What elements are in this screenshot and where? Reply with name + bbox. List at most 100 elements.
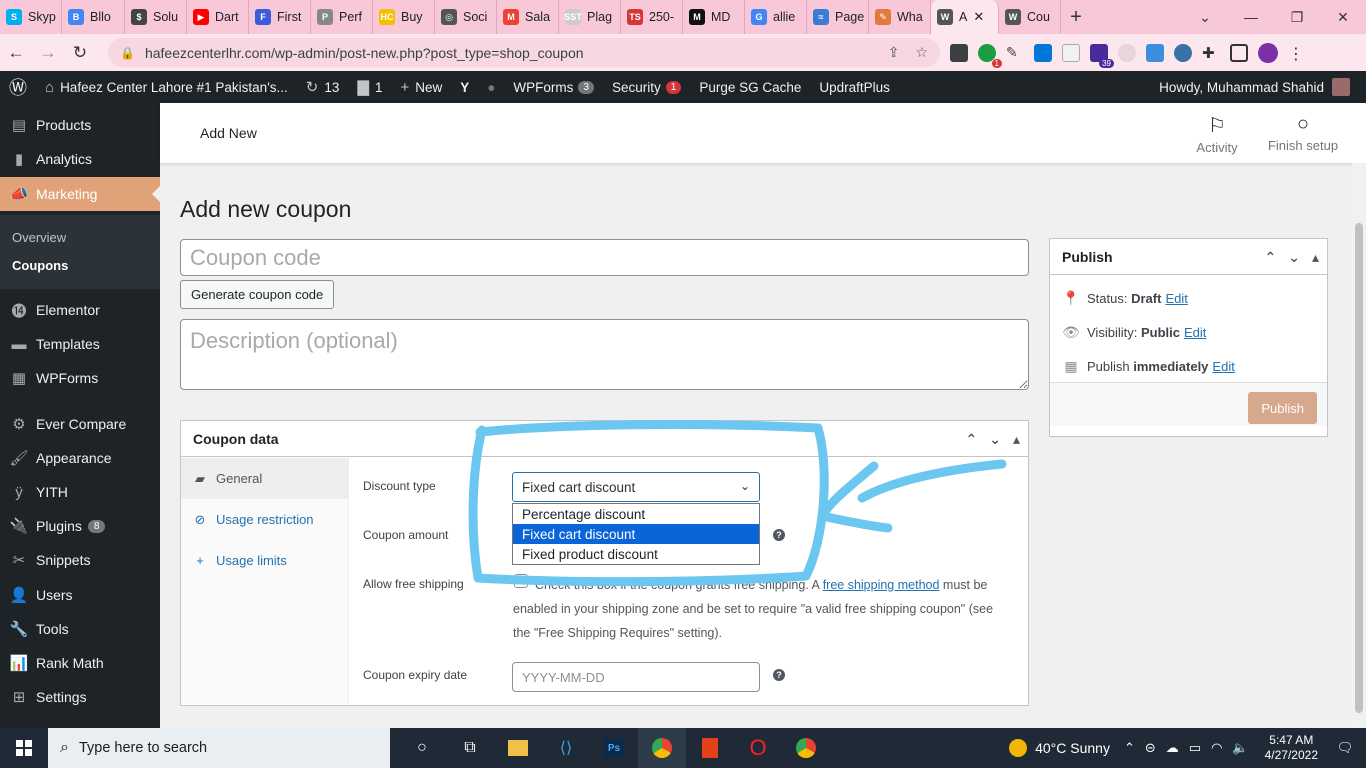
chrome-icon[interactable] xyxy=(638,728,686,768)
toggle-panel-icon[interactable]: ▴ xyxy=(1013,431,1020,448)
browser-tab[interactable]: ≈ Page xyxy=(807,0,869,34)
toggle-panel-icon[interactable]: ▴ xyxy=(1312,249,1319,266)
sidebar-item-analytics[interactable]: ▮ Analytics xyxy=(0,142,160,176)
chevron-up-icon[interactable]: ⌃ xyxy=(1124,740,1135,756)
finish-setup-button[interactable]: ○ Finish setup xyxy=(1266,113,1340,153)
wpforms-link[interactable]: WPForms 3 xyxy=(504,71,603,103)
coupon-code-input[interactable] xyxy=(180,239,1029,276)
back-button[interactable]: ← xyxy=(0,43,32,63)
security-link[interactable]: Security 1 xyxy=(603,71,690,103)
sidebar-item-templates[interactable]: ▬ Templates xyxy=(0,327,160,361)
browser-tab[interactable]: F First xyxy=(249,0,311,34)
hat-ext-icon[interactable]: 39 xyxy=(1090,43,1114,68)
grammarly-icon[interactable]: 1 xyxy=(978,43,1002,68)
wp-logo-icon[interactable]: Ⓦ xyxy=(0,71,36,103)
activity-button[interactable]: ⚐ Activity xyxy=(1195,113,1239,155)
cortana-icon[interactable]: ○ xyxy=(398,728,446,768)
task-view-icon[interactable]: ⧉ xyxy=(446,728,494,768)
new-content-link[interactable]: + New xyxy=(391,71,451,103)
option-fixed-product-discount[interactable]: Fixed product discount xyxy=(513,544,759,564)
scrollbar-thumb[interactable] xyxy=(1355,223,1363,713)
url-input[interactable]: 🔒 hafeezcenterlhr.com/wp-admin/post-new.… xyxy=(108,38,940,67)
close-window-button[interactable]: ✕ xyxy=(1320,9,1366,26)
weather-text[interactable]: 40°C Sunny xyxy=(1035,740,1110,756)
bookmark-star-icon[interactable]: ☆ xyxy=(915,44,928,61)
sidebar-item-elementor[interactable]: ⓮ Elementor xyxy=(0,293,160,327)
sidebar-item-settings[interactable]: ⊞ Settings xyxy=(0,680,160,714)
updates-link[interactable]: ↻ 13 xyxy=(297,71,349,103)
sidebar-item-plugins[interactable]: 🔌 Plugins 8 xyxy=(0,509,160,543)
expiry-date-input[interactable] xyxy=(512,662,760,692)
browser-tab[interactable]: M Sala xyxy=(497,0,559,34)
move-down-icon[interactable]: ⌄ xyxy=(1288,249,1300,266)
windows-start-icon[interactable] xyxy=(0,728,48,768)
sidebar-item-tools[interactable]: 🔧 Tools xyxy=(0,612,160,646)
file-explorer-icon[interactable] xyxy=(494,728,542,768)
browser-tab[interactable]: B Bllo xyxy=(62,0,125,34)
sidebar-item-rank-math[interactable]: 📊 Rank Math xyxy=(0,646,160,680)
sidebar-item-users[interactable]: 👤 Users xyxy=(0,578,160,612)
sidebar-item-marketing[interactable]: 📣 Marketing xyxy=(0,177,160,211)
clock[interactable]: 5:47 AM 4/27/2022 xyxy=(1265,733,1318,763)
minimize-button[interactable]: — xyxy=(1228,9,1274,25)
browser-tab[interactable]: SST Plag xyxy=(559,0,621,34)
share-icon[interactable]: ⇪ xyxy=(888,44,900,61)
taskbar-search[interactable]: ⌕ Type here to search xyxy=(48,728,390,768)
browser-tab[interactable]: ◎ Soci xyxy=(435,0,497,34)
chrome-menu-icon[interactable]: ⋮ xyxy=(1288,44,1306,63)
tab-general[interactable]: ▰ General xyxy=(181,458,348,499)
browser-tab[interactable]: $ Solu xyxy=(125,0,187,34)
browser-tab[interactable]: P Perf xyxy=(311,0,373,34)
submenu-overview[interactable]: Overview xyxy=(12,230,66,245)
network-status-icon[interactable]: ⊝ xyxy=(1145,740,1156,756)
tab-search-icon[interactable]: ⌄ xyxy=(1182,9,1228,26)
browser-tab[interactable]: S Skyp xyxy=(0,0,62,34)
opera-icon[interactable]: O xyxy=(734,728,782,768)
eyedropper-icon[interactable]: ✎ xyxy=(1006,44,1024,62)
description-textarea[interactable] xyxy=(180,319,1029,390)
close-tab-icon[interactable]: ✕ xyxy=(973,9,984,25)
move-down-icon[interactable]: ⌄ xyxy=(989,431,1001,448)
updraftplus-link[interactable]: UpdraftPlus xyxy=(810,71,899,103)
option-percentage-discount[interactable]: Percentage discount xyxy=(513,504,759,524)
chrome-icon[interactable] xyxy=(782,728,830,768)
office-icon[interactable] xyxy=(686,728,734,768)
page-scrollbar[interactable] xyxy=(1352,163,1366,728)
side-panel-icon[interactable] xyxy=(1230,43,1248,62)
checkbox-ext-icon[interactable] xyxy=(1034,43,1052,62)
battery-icon[interactable]: ▭ xyxy=(1189,740,1201,756)
sidebar-item-ever-compare[interactable]: ⚙ Ever Compare xyxy=(0,407,160,441)
site-name-link[interactable]: ⌂ Hafeez Center Lahore #1 Pakistan's... xyxy=(36,71,297,103)
submenu-coupons[interactable]: Coupons xyxy=(12,258,68,273)
wordpress-ext-icon[interactable] xyxy=(1174,43,1192,62)
tab-usage-limits[interactable]: + Usage limits xyxy=(181,540,348,581)
browser-tab[interactable]: ✎ Wha xyxy=(869,0,931,34)
edit-status-link[interactable]: Edit xyxy=(1165,291,1187,306)
sidebar-item-appearance[interactable]: 🖌 Appearance xyxy=(0,441,160,475)
browser-tab[interactable]: Gallie xyxy=(745,0,807,34)
publish-button[interactable]: Publish xyxy=(1248,392,1317,424)
move-up-icon[interactable]: ⌃ xyxy=(966,431,978,448)
volume-icon[interactable]: 🔈 xyxy=(1232,740,1248,756)
browser-tab[interactable]: ▶ Dart xyxy=(187,0,249,34)
cloud-icon[interactable]: ☁ xyxy=(1166,740,1179,756)
chart-ext-icon[interactable] xyxy=(1146,43,1164,62)
extension-icon[interactable] xyxy=(950,43,968,62)
sidebar-item-products[interactable]: ▤ Products xyxy=(0,108,160,142)
browser-tab[interactable]: HC Buy xyxy=(373,0,435,34)
edit-schedule-link[interactable]: Edit xyxy=(1212,359,1234,374)
profile-avatar[interactable] xyxy=(1258,42,1278,63)
tab-usage-restriction[interactable]: ⊘ Usage restriction xyxy=(181,499,348,540)
forward-button[interactable]: → xyxy=(32,43,64,63)
sidebar-item-yith[interactable]: ÿ YITH xyxy=(0,475,160,509)
help-icon[interactable]: ? xyxy=(773,669,785,681)
puzzle-icon[interactable]: ✚ xyxy=(1202,44,1220,62)
reload-button[interactable]: ↻ xyxy=(64,43,96,63)
sidebar-item-wpforms[interactable]: ▦ WPForms xyxy=(0,361,160,395)
restore-button[interactable]: ❐ xyxy=(1274,9,1320,26)
yoast-icon[interactable]: Y xyxy=(451,71,478,103)
notification-icon[interactable]: 🗨 xyxy=(1330,740,1360,756)
help-icon[interactable]: ? xyxy=(773,529,785,541)
generate-coupon-button[interactable]: Generate coupon code xyxy=(180,280,335,309)
edit-visibility-link[interactable]: Edit xyxy=(1184,325,1206,340)
